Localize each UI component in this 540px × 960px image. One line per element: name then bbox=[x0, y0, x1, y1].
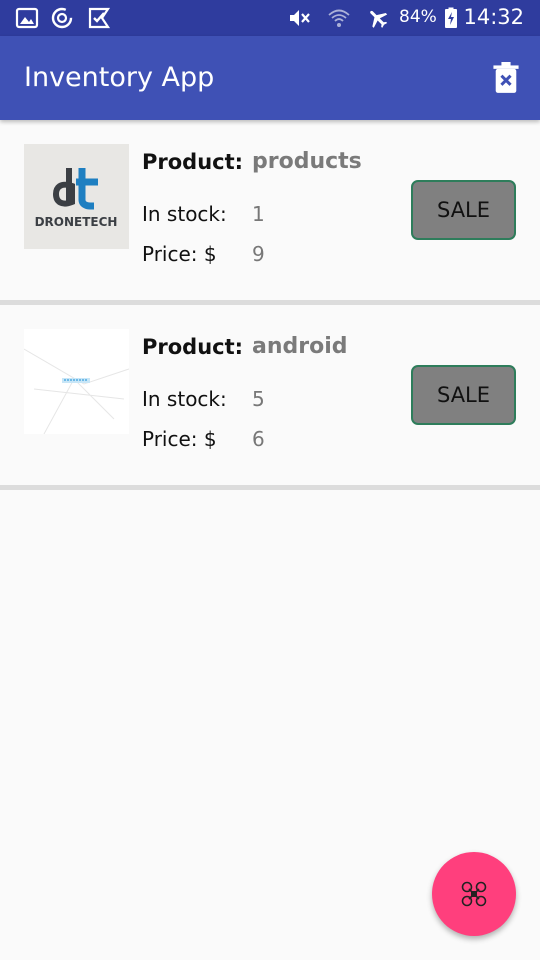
product-name: android bbox=[252, 334, 348, 359]
divider bbox=[0, 485, 540, 490]
list-item[interactable]: DRONETECH Product: products In stock: 1 … bbox=[0, 120, 540, 300]
price-label: Price: $ bbox=[142, 427, 217, 451]
add-product-fab[interactable] bbox=[432, 852, 516, 936]
drone-icon bbox=[461, 881, 487, 907]
sale-button[interactable]: SALE bbox=[411, 180, 516, 240]
app-title: Inventory App bbox=[24, 62, 215, 93]
stock-label: In stock: bbox=[142, 202, 227, 226]
check-icon bbox=[88, 7, 111, 29]
app-bar: Inventory App bbox=[0, 36, 540, 120]
product-thumbnail: DRONETECH bbox=[24, 144, 129, 249]
delete-all-button[interactable] bbox=[492, 62, 520, 94]
wifi-icon bbox=[328, 9, 350, 27]
status-bar: 84% 14:32 bbox=[0, 0, 540, 36]
battery-percent: 84% bbox=[399, 7, 437, 27]
price-value: 6 bbox=[252, 427, 265, 451]
dronetech-logo-icon: DRONETECH bbox=[35, 168, 118, 229]
clock: 14:32 bbox=[463, 5, 524, 29]
battery-charging-icon bbox=[445, 7, 457, 28]
sale-button[interactable]: SALE bbox=[411, 365, 516, 425]
product-thumbnail bbox=[23, 329, 130, 435]
android-thumbnail-icon bbox=[23, 348, 130, 435]
price-label: Price: $ bbox=[142, 242, 217, 266]
product-label: Product: bbox=[142, 150, 244, 174]
mute-icon bbox=[290, 10, 310, 26]
stock-label: In stock: bbox=[142, 387, 227, 411]
product-name: products bbox=[252, 149, 362, 174]
list-item[interactable]: Product: android In stock: 5 Price: $ 6 … bbox=[0, 305, 540, 485]
svg-text:DRONETECH: DRONETECH bbox=[35, 215, 118, 229]
product-label: Product: bbox=[142, 335, 244, 359]
airplane-icon bbox=[370, 10, 388, 28]
stock-value: 1 bbox=[252, 202, 265, 226]
sync-icon bbox=[51, 7, 73, 29]
gallery-icon bbox=[15, 7, 39, 29]
stock-value: 5 bbox=[252, 387, 265, 411]
price-value: 9 bbox=[252, 242, 265, 266]
